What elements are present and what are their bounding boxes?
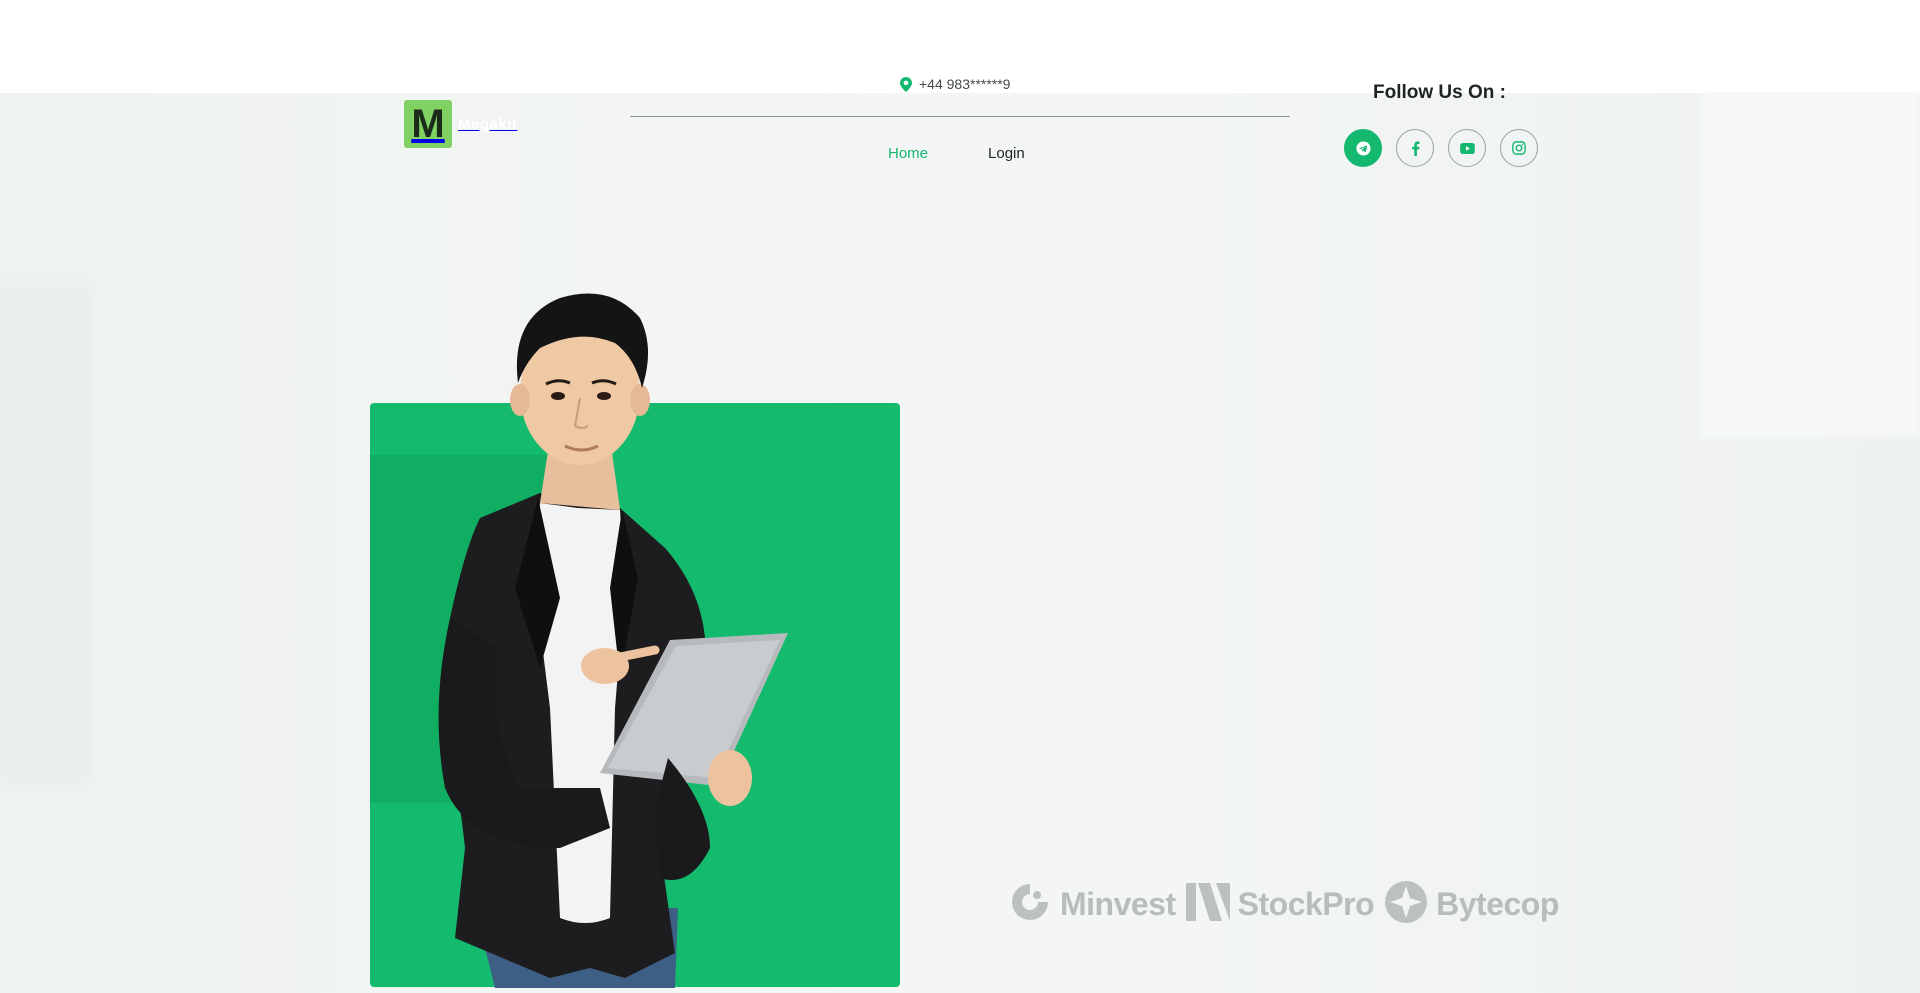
page: M Megakit +44 983******9 Home Login Foll… xyxy=(0,0,1920,993)
facebook-button[interactable] xyxy=(1396,129,1434,167)
instagram-button[interactable] xyxy=(1500,129,1538,167)
telegram-button[interactable] xyxy=(1344,129,1382,167)
header-phone: +44 983******9 xyxy=(900,76,1010,92)
logo-mark: M xyxy=(404,100,452,148)
partner-name: Minvest xyxy=(1060,886,1176,922)
map-pin-icon xyxy=(900,76,912,92)
partner-minvest: Minvest xyxy=(1008,880,1176,929)
stockpro-logo-icon xyxy=(1185,883,1230,926)
bytecop-logo-icon xyxy=(1384,880,1428,929)
partner-bytecop: Bytecop xyxy=(1384,880,1559,929)
background-blur xyxy=(0,283,90,783)
facebook-icon xyxy=(1411,140,1420,156)
hero-background xyxy=(0,93,1920,993)
background-blur xyxy=(1700,93,1920,438)
partner-name: Bytecop xyxy=(1436,886,1559,922)
youtube-button[interactable] xyxy=(1448,129,1486,167)
social-links xyxy=(1344,129,1538,167)
nav-login[interactable]: Login xyxy=(988,145,1025,162)
follow-heading: Follow Us On : xyxy=(1373,82,1506,103)
youtube-icon xyxy=(1459,142,1475,154)
telegram-icon xyxy=(1355,140,1371,156)
partner-logos: Minvest StockPro Bytecop xyxy=(1008,880,1559,929)
site-logo[interactable]: M Megakit xyxy=(404,100,517,148)
main-nav: Home Login xyxy=(888,145,1025,162)
hero-person-image xyxy=(438,293,788,988)
nav-home[interactable]: Home xyxy=(888,145,928,162)
partner-name: StockPro xyxy=(1237,886,1375,922)
phone-number: +44 983******9 xyxy=(919,76,1011,92)
logo-text: Megakit xyxy=(458,115,518,133)
minvest-logo-icon xyxy=(1008,880,1052,929)
header-divider xyxy=(630,116,1290,117)
logo-letter: M xyxy=(411,102,445,146)
partner-stockpro: StockPro xyxy=(1185,883,1375,926)
instagram-icon xyxy=(1512,141,1526,155)
